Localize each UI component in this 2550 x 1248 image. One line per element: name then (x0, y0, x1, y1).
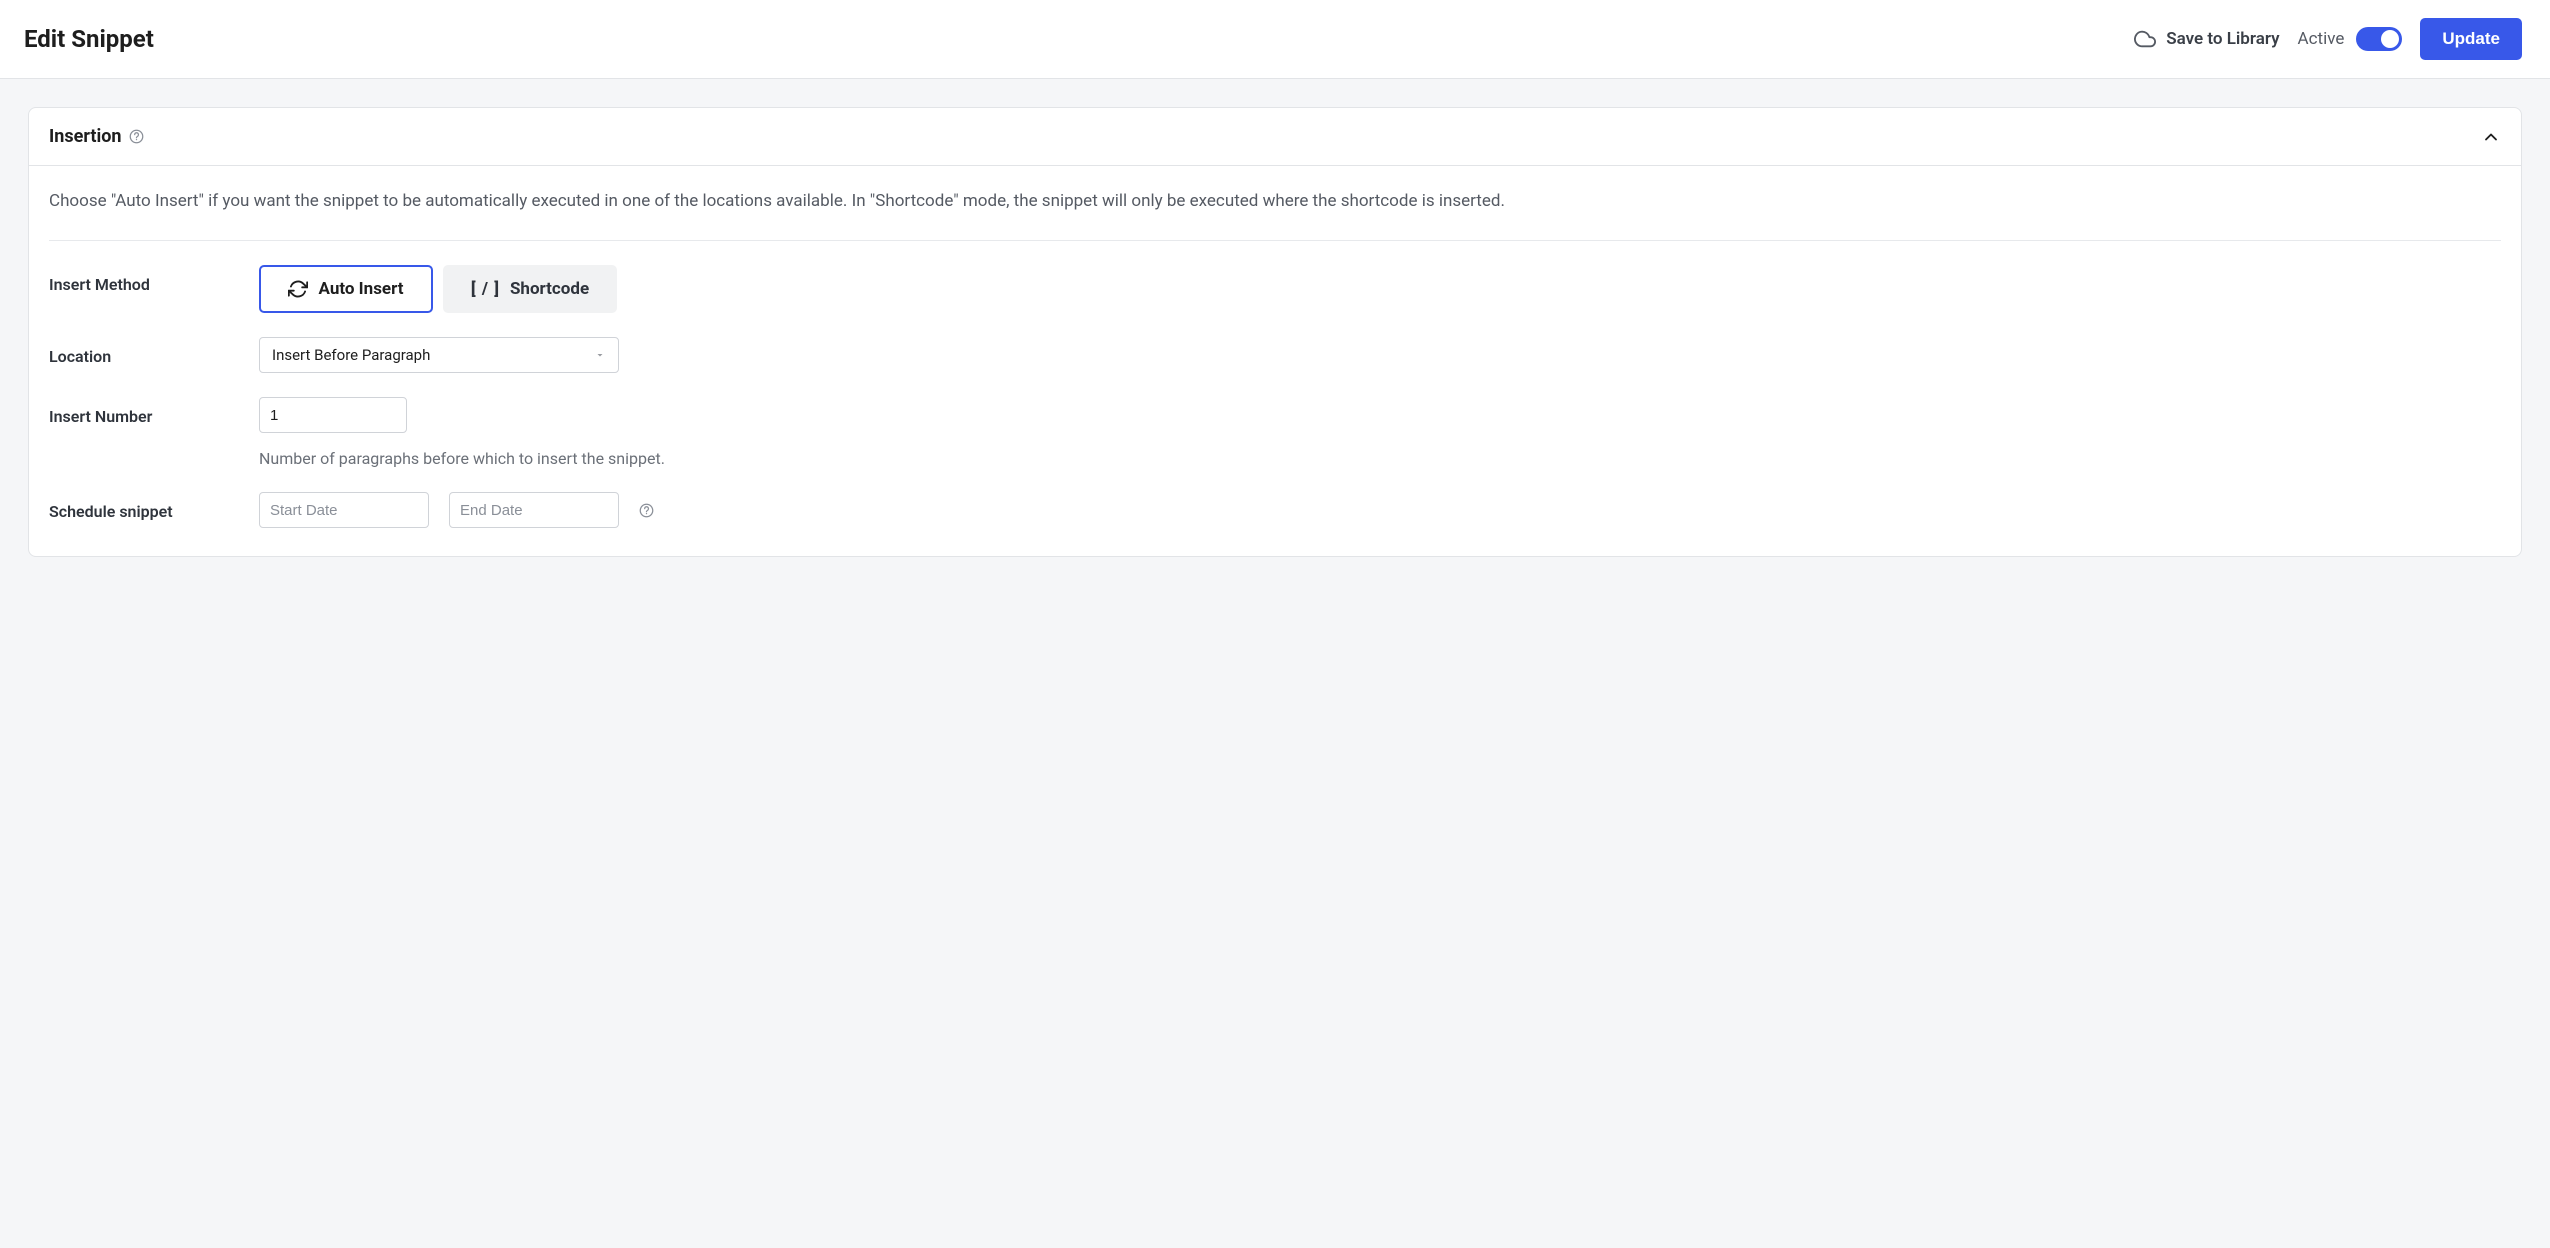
date-inputs (259, 492, 2501, 528)
start-date-input[interactable] (259, 492, 429, 528)
active-toggle-group: Active (2298, 27, 2403, 51)
chevron-up-icon (2481, 127, 2501, 147)
panel-description: Choose "Auto Insert" if you want the sni… (49, 188, 2501, 241)
header-actions: Save to Library Active Update (2134, 18, 2522, 60)
location-value: Insert Before Paragraph (272, 346, 430, 364)
panel-title-wrap: Insertion (49, 126, 144, 147)
insert-number-help: Number of paragraphs before which to ins… (259, 449, 2501, 468)
update-button[interactable]: Update (2420, 18, 2522, 60)
refresh-icon (288, 279, 308, 299)
save-to-library-button[interactable]: Save to Library (2134, 28, 2279, 50)
cloud-icon (2134, 28, 2156, 50)
location-label: Location (49, 337, 259, 366)
save-to-library-label: Save to Library (2166, 29, 2279, 49)
location-select[interactable]: Insert Before Paragraph (259, 337, 619, 373)
shortcode-button[interactable]: [ / ] Shortcode (443, 265, 617, 313)
field-schedule: Schedule snippet (49, 492, 2501, 528)
insert-method-toggle: Auto Insert [ / ] Shortcode (259, 265, 617, 313)
active-toggle[interactable] (2356, 27, 2402, 51)
field-insert-method: Insert Method (49, 265, 2501, 313)
insert-number-input[interactable] (259, 397, 407, 433)
insert-method-label: Insert Method (49, 265, 259, 294)
content-wrap: Insertion Choose "Auto Insert" if you wa… (0, 79, 2550, 585)
caret-down-icon (594, 349, 606, 361)
panel-body: Choose "Auto Insert" if you want the sni… (29, 166, 2521, 556)
insert-number-control: Number of paragraphs before which to ins… (259, 397, 2501, 468)
page-title: Edit Snippet (24, 25, 154, 53)
toggle-knob (2381, 30, 2399, 48)
insertion-panel: Insertion Choose "Auto Insert" if you wa… (28, 107, 2522, 557)
shortcode-icon: [ / ] (471, 279, 500, 299)
schedule-control (259, 492, 2501, 528)
page-header: Edit Snippet Save to Library Active Upda… (0, 0, 2550, 79)
help-icon[interactable] (639, 503, 654, 518)
field-insert-number: Insert Number Number of paragraphs befor… (49, 397, 2501, 468)
panel-header[interactable]: Insertion (29, 108, 2521, 166)
active-label: Active (2298, 29, 2345, 49)
location-control: Insert Before Paragraph (259, 337, 2501, 373)
help-icon[interactable] (129, 129, 144, 144)
panel-title: Insertion (49, 126, 121, 147)
schedule-label: Schedule snippet (49, 492, 259, 521)
shortcode-label: Shortcode (510, 279, 589, 299)
field-location: Location Insert Before Paragraph (49, 337, 2501, 373)
auto-insert-button[interactable]: Auto Insert (259, 265, 433, 313)
insert-number-label: Insert Number (49, 397, 259, 426)
auto-insert-label: Auto Insert (318, 279, 403, 299)
end-date-input[interactable] (449, 492, 619, 528)
insert-method-control: Auto Insert [ / ] Shortcode (259, 265, 2501, 313)
